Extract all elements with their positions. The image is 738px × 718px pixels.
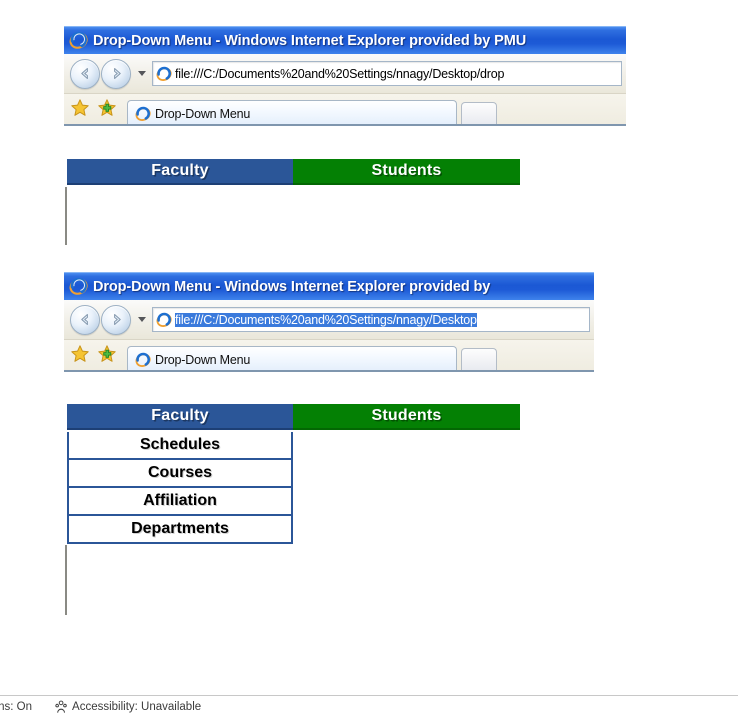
status-options-text: tions: On	[0, 701, 33, 713]
forward-button[interactable]	[101, 58, 131, 89]
dropdown-item-label: Courses	[147, 464, 213, 481]
chevron-down-icon[interactable]	[138, 317, 146, 322]
dropdown-item-departments[interactable]: Departments	[67, 516, 293, 544]
nav-item-students[interactable]: Students	[293, 404, 520, 430]
internet-explorer-favicon-icon	[135, 106, 151, 121]
nav-item-faculty[interactable]: Faculty	[67, 404, 293, 430]
navigation-toolbar: file:///C:/Documents%20and%20Settings/nn…	[64, 54, 626, 94]
address-input-value[interactable]: file:///C:/Documents%20and%20Settings/nn…	[175, 67, 504, 81]
site-navigation-top: Faculty Students	[67, 159, 520, 185]
forward-arrow-icon	[113, 67, 121, 80]
status-accessibility[interactable]: Accessibility: Unavailable	[54, 700, 201, 714]
address-bar[interactable]: file:///C:/Documents%20and%20Settings/nn…	[152, 307, 590, 332]
back-arrow-icon	[80, 313, 88, 326]
window-title: Drop-Down Menu - Windows Internet Explor…	[93, 278, 491, 295]
screenshot-canvas: Drop-Down Menu - Windows Internet Explor…	[0, 0, 738, 718]
nav-item-students-label: Students	[371, 407, 442, 424]
nav-item-faculty-label: Faculty	[151, 407, 209, 424]
tab-bar-divider	[64, 124, 626, 126]
dropdown-item-schedules[interactable]: Schedules	[67, 432, 293, 460]
nav-item-students[interactable]: Students	[293, 159, 520, 185]
dropdown-item-label: Schedules	[139, 436, 221, 453]
browser-tab[interactable]: Drop-Down Menu	[127, 346, 457, 372]
site-navigation-bottom: Faculty Students	[67, 404, 520, 430]
forward-button[interactable]	[101, 304, 131, 335]
internet-explorer-favicon-icon	[135, 352, 151, 367]
forward-arrow-icon	[113, 313, 121, 326]
dropdown-item-courses[interactable]: Courses	[67, 460, 293, 488]
new-tab-button[interactable]	[461, 348, 497, 372]
favorites-star-icon[interactable]	[70, 98, 90, 118]
window-title: Drop-Down Menu - Windows Internet Explor…	[93, 32, 527, 49]
title-bar[interactable]: Drop-Down Menu - Windows Internet Explor…	[64, 272, 594, 300]
new-tab-button[interactable]	[461, 102, 497, 126]
accessibility-person-icon	[55, 700, 67, 713]
page-content-left-border	[65, 187, 67, 245]
faculty-dropdown-menu: Schedules Courses Affiliation Department…	[67, 432, 293, 544]
back-button[interactable]	[70, 304, 100, 335]
internet-explorer-logo-icon	[69, 31, 88, 50]
tab-bar: Drop-Down Menu	[64, 94, 626, 126]
dropdown-item-affiliation[interactable]: Affiliation	[67, 488, 293, 516]
tab-label: Drop-Down Menu	[155, 106, 251, 121]
status-accessibility-text: Accessibility: Unavailable	[72, 701, 202, 713]
favorites-star-icon[interactable]	[70, 344, 90, 364]
dropdown-item-label: Affiliation	[143, 492, 217, 509]
browser-tab[interactable]: Drop-Down Menu	[127, 100, 457, 126]
address-input-value[interactable]: file:///C:/Documents%20and%20Settings/nn…	[175, 312, 477, 327]
ie-window-top: Drop-Down Menu - Windows Internet Explor…	[64, 26, 626, 152]
page-content-left-border	[65, 545, 67, 615]
add-to-favorites-icon[interactable]	[97, 98, 117, 118]
back-arrow-icon	[80, 67, 88, 80]
chevron-down-icon[interactable]	[138, 71, 146, 76]
status-bar: tions: On Accessibility: Unavailable	[0, 695, 738, 718]
navigation-toolbar: file:///C:/Documents%20and%20Settings/nn…	[64, 300, 594, 340]
address-bar[interactable]: file:///C:/Documents%20and%20Settings/nn…	[152, 61, 622, 86]
nav-item-faculty[interactable]: Faculty	[67, 159, 293, 185]
tab-bar-divider	[64, 370, 594, 372]
nav-item-faculty-label: Faculty	[151, 162, 209, 179]
nav-item-students-label: Students	[371, 162, 442, 179]
add-to-favorites-icon[interactable]	[97, 344, 117, 364]
internet-explorer-logo-icon	[69, 277, 88, 296]
internet-explorer-favicon-icon	[156, 312, 172, 327]
title-bar[interactable]: Drop-Down Menu - Windows Internet Explor…	[64, 26, 626, 54]
back-button[interactable]	[70, 58, 100, 89]
ie-window-bottom: Drop-Down Menu - Windows Internet Explor…	[64, 272, 594, 398]
tab-label: Drop-Down Menu	[155, 352, 251, 367]
internet-explorer-favicon-icon	[156, 66, 172, 81]
tab-bar: Drop-Down Menu	[64, 340, 594, 372]
dropdown-item-label: Departments	[131, 520, 229, 537]
